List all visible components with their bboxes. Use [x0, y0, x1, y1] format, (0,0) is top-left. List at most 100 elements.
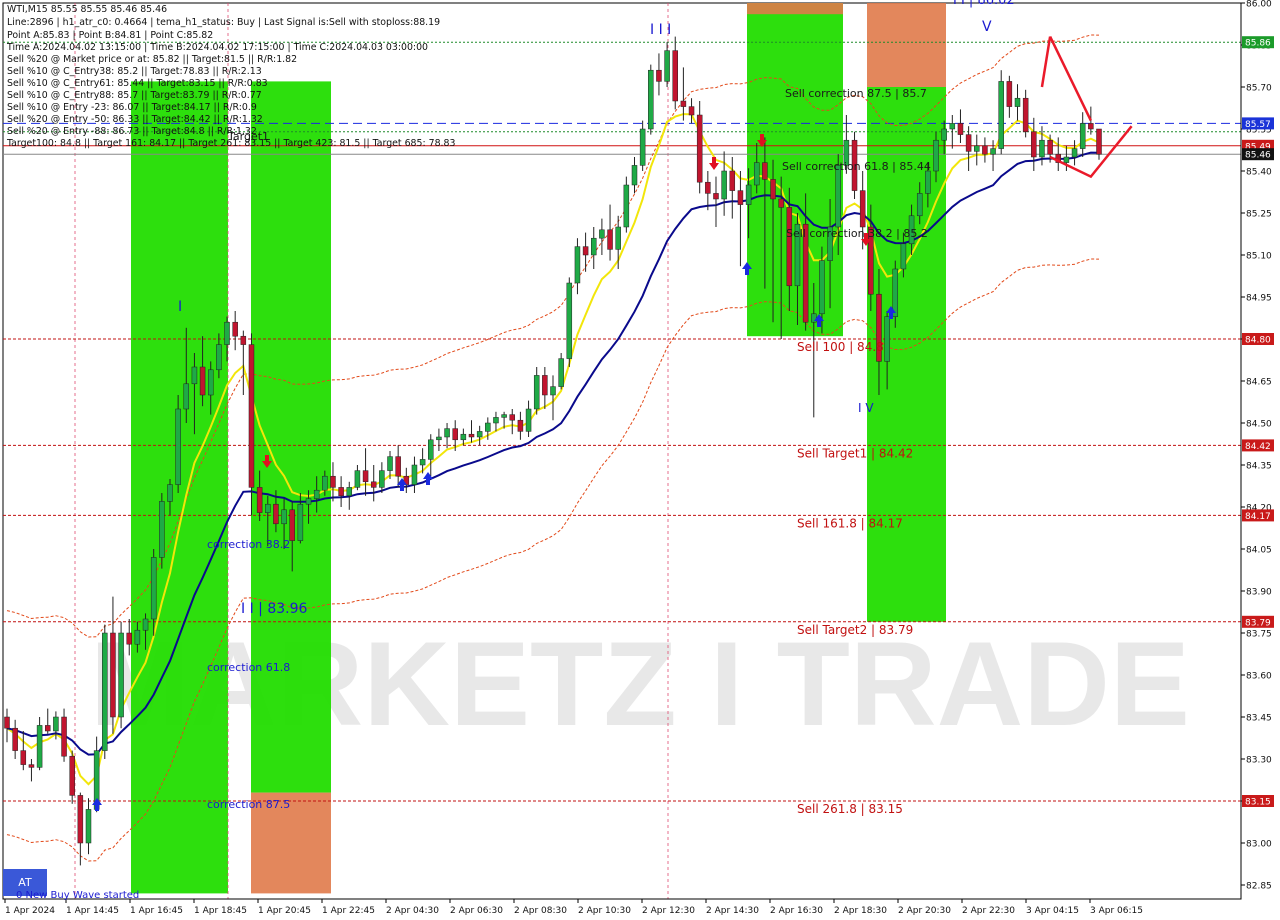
candle-body	[974, 145, 980, 152]
level-label: Sell Target1 | 84.42	[797, 446, 913, 460]
info-line-entry-38: Sell %10 @ C_Entry38: 85.2 || Target:78.…	[7, 66, 262, 77]
price-tag-label: 85.46	[1245, 151, 1271, 161]
x-tick-label: 2 Apr 12:30	[642, 906, 695, 916]
candle-body	[485, 422, 491, 432]
candle-body	[639, 128, 646, 166]
x-tick-label: 2 Apr 04:30	[386, 906, 439, 916]
candle-body	[713, 193, 719, 200]
y-tick-label: 83.60	[1246, 672, 1272, 682]
candle-body	[786, 207, 793, 287]
y-tick-label: 83.00	[1246, 840, 1272, 850]
x-tick-label: 1 Apr 22:45	[322, 906, 375, 916]
info-line-indicators: Line:2896 | h1_atr_c0: 0.4664 | tema_h1_…	[7, 17, 441, 28]
level-label: Sell 100 | 84.8	[797, 340, 884, 354]
candle-body	[533, 375, 540, 410]
candle-body	[729, 170, 736, 191]
candle-body	[615, 226, 621, 250]
candle-body	[631, 165, 638, 186]
level-label: Sell 261.8 | 83.15	[797, 802, 903, 816]
candle-body	[892, 268, 899, 317]
candle-body	[354, 470, 361, 488]
info-line-entry-50: Sell %20 @ Entry -50: 86.33 || Target:84…	[7, 114, 263, 125]
candle-body	[273, 503, 279, 525]
candle-body	[338, 487, 344, 497]
candle-body	[395, 456, 401, 477]
candle-body	[1039, 139, 1045, 158]
candle-body	[517, 419, 524, 432]
candle-body	[721, 170, 727, 200]
green-zone	[251, 81, 331, 793]
candle-body	[672, 50, 678, 102]
candle-body	[305, 498, 312, 505]
candle-body	[281, 509, 287, 525]
candle-body	[61, 716, 67, 757]
x-tick-label: 2 Apr 18:30	[834, 906, 887, 916]
candle-body	[582, 246, 589, 256]
candle-body	[313, 489, 320, 499]
candle-body	[1088, 123, 1094, 130]
candle-body	[240, 335, 247, 345]
candle-body	[436, 436, 442, 441]
candle-body	[379, 470, 385, 488]
candle-body	[142, 618, 149, 631]
candle-body	[501, 414, 507, 418]
x-tick-label: 2 Apr 08:30	[514, 906, 567, 916]
y-tick-label: 82.85	[1246, 882, 1272, 892]
candle-body	[28, 764, 35, 768]
info-line-entry-market: Sell %20 @ Market price or at: 85.82 || …	[7, 54, 298, 65]
green-zone	[131, 81, 228, 894]
candle-body	[493, 417, 499, 424]
annotation-label: correction 87.5	[207, 798, 290, 811]
candle-body	[525, 408, 532, 432]
candle-body	[982, 145, 988, 155]
candle-body	[933, 139, 939, 172]
x-tick-label: 2 Apr 14:30	[706, 906, 759, 916]
y-tick-label: 84.50	[1246, 420, 1272, 430]
annotation-label: I	[178, 299, 182, 315]
y-tick-label: 84.95	[1246, 294, 1272, 304]
x-tick-label: 1 Apr 16:45	[130, 906, 183, 916]
y-tick-label: 83.90	[1246, 588, 1272, 598]
annotation-label: Sell correction 61.8 | 85.44	[782, 160, 931, 173]
info-line-entry-88: Sell %10 @ C_Entry88: 85.7 || Target:83.…	[7, 90, 262, 101]
candle-body	[599, 229, 605, 239]
candle-body	[509, 414, 516, 421]
candle-body	[387, 456, 393, 471]
candle-body	[118, 632, 124, 718]
candle-body	[664, 50, 670, 82]
y-tick-label: 84.05	[1246, 546, 1272, 556]
candle-body	[289, 509, 295, 541]
info-line-times: Time A:2024.04.02 13:15:00 | Time B:2024…	[7, 42, 428, 53]
candle-body	[656, 69, 662, 82]
annotation-label: Sell correction 38.2 | 85.2	[786, 227, 928, 240]
candle-body	[4, 716, 10, 729]
candle-body	[322, 475, 328, 491]
annotation-label: I I | 83.96	[241, 601, 307, 617]
y-tick-label: 85.10	[1246, 252, 1272, 262]
candle-body	[696, 114, 703, 183]
candle-body	[297, 503, 304, 541]
x-tick-label: 2 Apr 22:30	[962, 906, 1015, 916]
annotation-label: Sell correction 87.5 | 85.7	[785, 87, 927, 100]
x-tick-label: 1 Apr 14:45	[66, 906, 119, 916]
info-line-entry-61: Sell %10 @ C_Entry61: 85.44 || Target:83…	[7, 78, 268, 89]
candle-body	[688, 106, 695, 116]
x-tick-label: 1 Apr 20:45	[258, 906, 311, 916]
candle-body	[411, 464, 418, 485]
x-tick-label: 3 Apr 06:15	[1090, 906, 1143, 916]
y-tick-label: 83.45	[1246, 714, 1272, 724]
candle-body	[1096, 128, 1102, 155]
candle-body	[648, 69, 654, 130]
candle-body	[1047, 139, 1053, 155]
candle-body	[20, 750, 27, 765]
candle-body	[542, 375, 548, 396]
candle-body	[819, 260, 825, 315]
symbol-header: WTI,M15 85.55 85.55 85.46 85.46	[7, 4, 168, 15]
candle-body	[167, 484, 173, 502]
candle-body	[990, 148, 996, 155]
candle-body	[1022, 97, 1029, 133]
candle-body	[159, 501, 165, 558]
annotation-label: correction 61.8	[207, 661, 290, 674]
candle-body	[737, 190, 744, 205]
candle-body	[1071, 148, 1078, 158]
